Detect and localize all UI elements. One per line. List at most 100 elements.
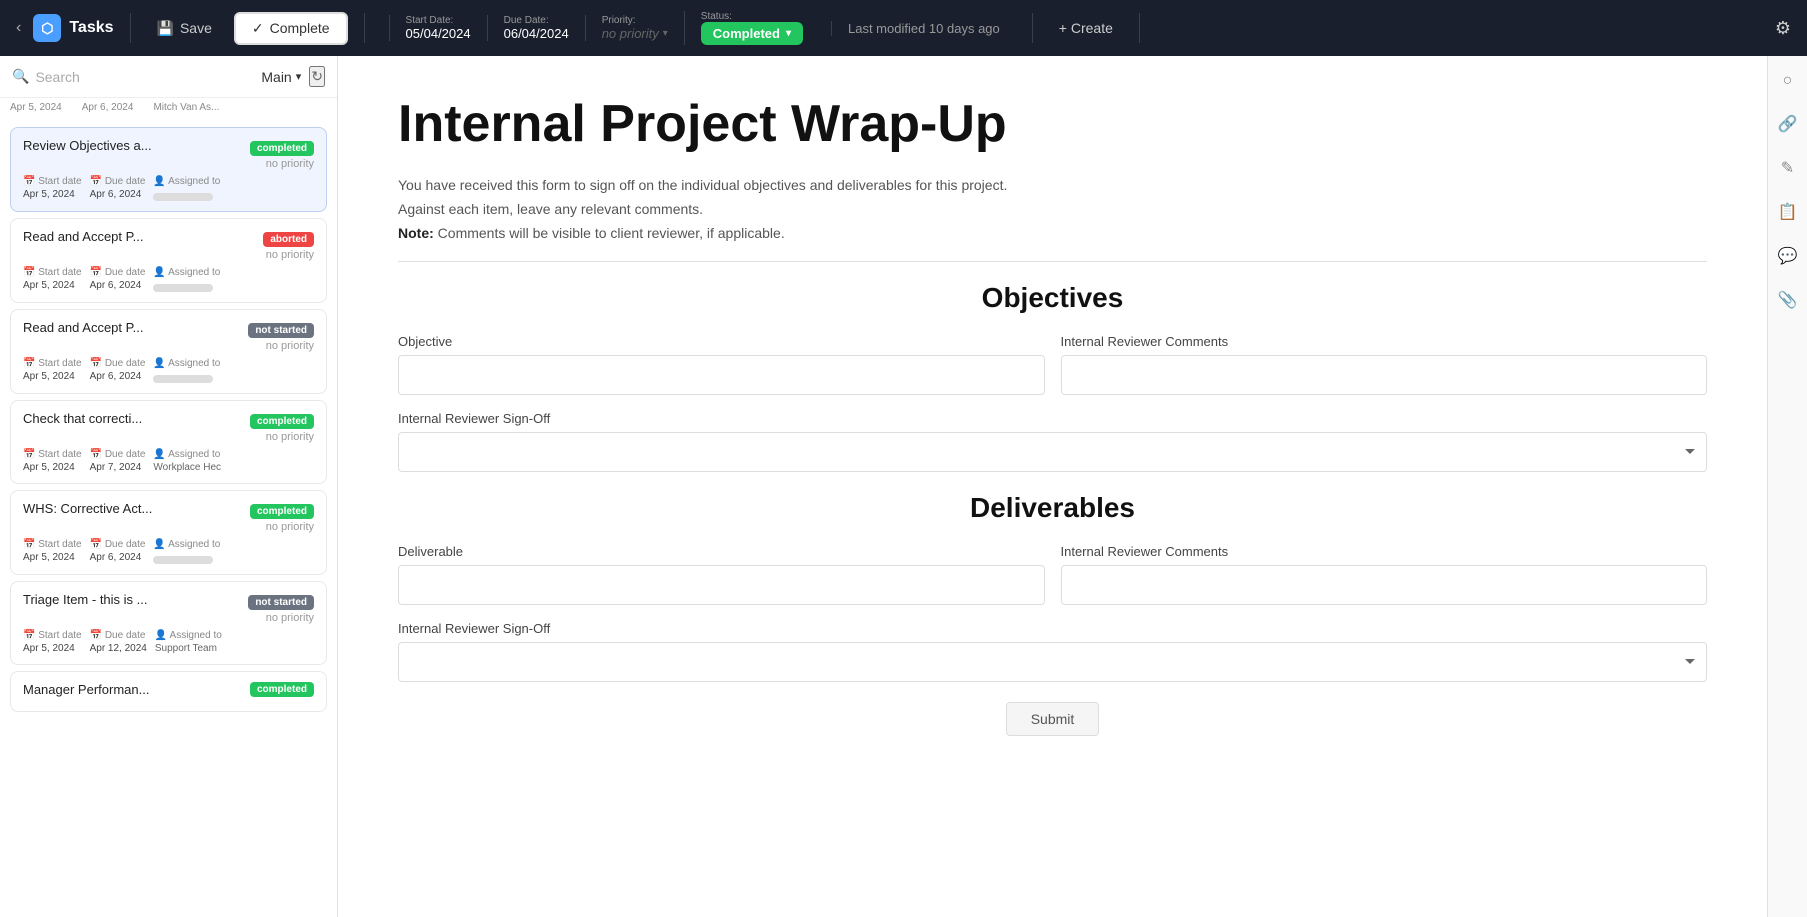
assignee-bar xyxy=(153,375,213,383)
task-assignee: 👤 Assigned to Support Team xyxy=(155,630,222,654)
search-placeholder: Search xyxy=(35,69,79,85)
objective-comments-input[interactable] xyxy=(1061,355,1708,395)
deliverable-comments-input[interactable] xyxy=(1061,565,1708,605)
task-assignee: 👤 Assigned to xyxy=(153,176,220,201)
task-meta: 📅 Start date Apr 5, 2024 📅 Due date Apr … xyxy=(23,539,314,564)
task-start-date: 📅 Start date Apr 5, 2024 xyxy=(23,539,82,564)
task-priority: no priority xyxy=(250,521,314,533)
deliverable-comments-label: Internal Reviewer Comments xyxy=(1061,544,1708,559)
status-badge[interactable]: Completed ▾ xyxy=(701,22,803,45)
search-area: 🔍 Search xyxy=(12,68,253,85)
task-status-badge: completed xyxy=(250,414,314,429)
complete-button[interactable]: ✓ Complete xyxy=(234,12,348,45)
deliverable-signoff-select[interactable]: Approved Rejected Pending xyxy=(398,642,1707,682)
create-button[interactable]: + Create xyxy=(1049,14,1123,42)
objective-label: Objective xyxy=(398,334,1045,349)
nav-divider-2 xyxy=(364,13,365,43)
objective-input[interactable] xyxy=(398,355,1045,395)
task-status-badge: not started xyxy=(248,323,314,338)
priority-selector[interactable]: no priority ▾ xyxy=(602,26,668,41)
task-due-date: 📅 Due date Apr 12, 2024 xyxy=(90,630,147,654)
task-title: Manager Performan... xyxy=(23,682,250,697)
task-status-badge: aborted xyxy=(263,232,314,247)
task-card[interactable]: Check that correcti... completed no prio… xyxy=(10,400,327,484)
search-icon: 🔍 xyxy=(12,68,29,85)
link-icon[interactable]: 🔗 xyxy=(1774,110,1802,138)
task-meta: 📅 Start date Apr 5, 2024 📅 Due date Apr … xyxy=(23,176,314,201)
copy-icon[interactable]: 📋 xyxy=(1774,198,1802,226)
back-button[interactable]: ‹ xyxy=(16,19,21,37)
task-meta: 📅 Start date Apr 5, 2024 📅 Due date Apr … xyxy=(23,630,314,654)
task-card[interactable]: WHS: Corrective Act... completed no prio… xyxy=(10,490,327,575)
deliverable-comments-field: Internal Reviewer Comments xyxy=(1061,544,1708,605)
task-title: Triage Item - this is ... xyxy=(23,592,248,607)
task-title: Read and Accept P... xyxy=(23,320,248,335)
objective-signoff-label: Internal Reviewer Sign-Off xyxy=(398,411,1707,426)
submit-button[interactable]: Submit xyxy=(1006,702,1100,736)
nav-meta: Start Date: 05/04/2024 Due Date: 06/04/2… xyxy=(389,11,819,45)
task-status-badge: completed xyxy=(250,682,314,697)
task-start-date: 📅 Start date Apr 5, 2024 xyxy=(23,176,82,201)
circle-icon[interactable]: ○ xyxy=(1779,68,1797,94)
objective-comments-label: Internal Reviewer Comments xyxy=(1061,334,1708,349)
save-button[interactable]: 💾 Save xyxy=(147,14,222,43)
task-status-badge: completed xyxy=(250,504,314,519)
task-title: WHS: Corrective Act... xyxy=(23,501,250,516)
task-start-date: 📅 Start date Apr 5, 2024 xyxy=(23,449,82,473)
status-field: Status: Completed ▾ xyxy=(684,11,819,45)
task-title: Review Objectives a... xyxy=(23,138,250,153)
task-priority: no priority xyxy=(250,158,314,170)
task-status-badge: not started xyxy=(248,595,314,610)
task-due-date: 📅 Due date Apr 6, 2024 xyxy=(90,539,146,564)
view-selector[interactable]: Main ▾ xyxy=(261,69,301,85)
task-title: Check that correcti... xyxy=(23,411,250,426)
form-description: You have received this form to sign off … xyxy=(398,177,1707,193)
save-icon: 💾 xyxy=(157,20,174,37)
deliverables-section-title: Deliverables xyxy=(398,492,1707,524)
priority-chevron-icon: ▾ xyxy=(663,28,668,39)
form-title: Internal Project Wrap-Up xyxy=(398,96,1707,153)
task-priority: no priority xyxy=(250,431,314,443)
priority-field[interactable]: Priority: no priority ▾ xyxy=(585,15,684,41)
task-priority: no priority xyxy=(263,249,314,261)
objectives-section-title: Objectives xyxy=(398,282,1707,314)
chat-icon[interactable]: 💬 xyxy=(1774,242,1802,270)
objective-signoff-select[interactable]: Approved Rejected Pending xyxy=(398,432,1707,472)
form-divider-1 xyxy=(398,261,1707,262)
logo-icon: ⬡ xyxy=(33,14,61,42)
view-chevron-icon: ▾ xyxy=(296,70,302,83)
top-navigation: ‹ ⬡ Tasks 💾 Save ✓ Complete Start Date: … xyxy=(0,0,1807,56)
task-due-date: 📅 Due date Apr 7, 2024 xyxy=(90,449,146,473)
refresh-button[interactable]: ↻ xyxy=(309,66,325,87)
task-list: Review Objectives a... completed no prio… xyxy=(0,117,337,917)
task-card[interactable]: Read and Accept P... aborted no priority… xyxy=(10,218,327,303)
form-content: Internal Project Wrap-Up You have receiv… xyxy=(338,56,1767,917)
task-assignee: 👤 Assigned to xyxy=(153,267,220,292)
task-card[interactable]: Manager Performan... completed xyxy=(10,671,327,712)
task-card[interactable]: Triage Item - this is ... not started no… xyxy=(10,581,327,665)
task-priority: no priority xyxy=(248,340,314,352)
task-priority: no priority xyxy=(248,612,314,624)
right-panel: ○ 🔗 ✎ 📋 💬 📎 xyxy=(1767,56,1807,917)
task-status-badge: completed xyxy=(250,141,314,156)
edit-icon[interactable]: ✎ xyxy=(1777,154,1798,182)
task-sidebar: 🔍 Search Main ▾ ↻ Apr 5, 2024 Apr 6, 202… xyxy=(0,56,338,917)
settings-button[interactable]: ⚙ xyxy=(1775,18,1791,39)
attachment-icon[interactable]: 📎 xyxy=(1774,286,1802,314)
task-start-date: 📅 Start date Apr 5, 2024 xyxy=(23,267,82,292)
sidebar-header: 🔍 Search Main ▾ ↻ xyxy=(0,56,337,98)
task-assignee: 👤 Assigned to xyxy=(153,358,220,383)
task-meta: 📅 Start date Apr 5, 2024 📅 Due date Apr … xyxy=(23,449,314,473)
app-logo: ⬡ Tasks xyxy=(33,14,113,42)
deliverable-input[interactable] xyxy=(398,565,1045,605)
task-card[interactable]: Read and Accept P... not started no prio… xyxy=(10,309,327,394)
nav-divider-1 xyxy=(130,13,131,43)
objective-signoff-field: Internal Reviewer Sign-Off Approved Reje… xyxy=(398,411,1707,472)
task-assignee: 👤 Assigned to xyxy=(153,539,220,564)
objective-comments-field: Internal Reviewer Comments xyxy=(1061,334,1708,395)
objectives-grid: Objective Internal Reviewer Comments xyxy=(398,334,1707,395)
due-date-field: Due Date: 06/04/2024 xyxy=(487,15,585,41)
app-name: Tasks xyxy=(69,19,113,37)
task-card[interactable]: Review Objectives a... completed no prio… xyxy=(10,127,327,212)
form-instruction: Against each item, leave any relevant co… xyxy=(398,201,1707,217)
